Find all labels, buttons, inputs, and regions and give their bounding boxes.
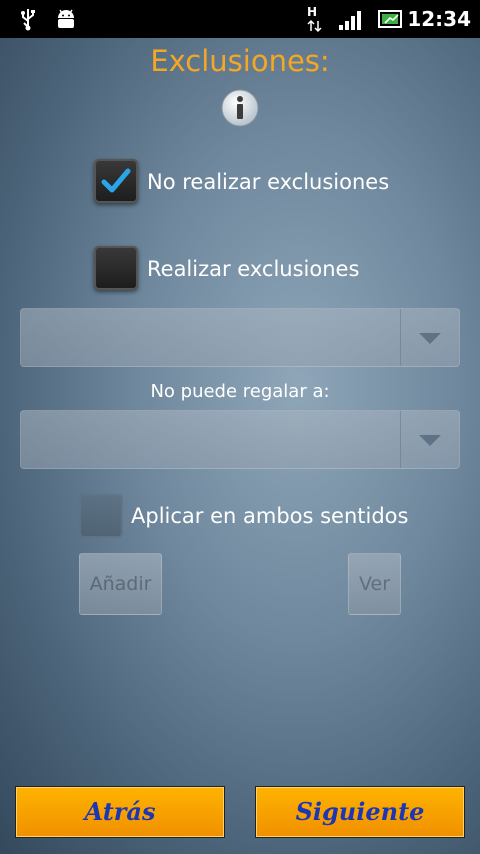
page-title: Exclusiones: <box>150 44 330 78</box>
checkmark-icon <box>101 168 131 193</box>
clock: 12:34 <box>407 7 471 31</box>
person-spinner[interactable] <box>20 308 460 367</box>
add-button[interactable]: Añadir <box>79 553 162 615</box>
cannot-give-label: No puede regalar a: <box>150 381 330 402</box>
back-button[interactable]: Atrás <box>15 786 225 838</box>
info-icon[interactable] <box>220 88 260 128</box>
spinner-divider <box>400 309 401 366</box>
network-type-text: H <box>307 5 318 19</box>
do-exclusions-checkbox[interactable] <box>94 246 138 290</box>
network-activity-icon: H <box>305 5 323 33</box>
chevron-down-icon <box>419 333 441 344</box>
both-ways-checkbox[interactable] <box>79 494 123 538</box>
no-exclusions-label[interactable]: No realizar exclusiones <box>147 170 389 194</box>
signal-icon <box>338 9 364 35</box>
battery-icon <box>378 10 404 32</box>
next-button[interactable]: Siguiente <box>255 786 465 838</box>
usb-icon <box>18 7 38 35</box>
do-exclusions-label[interactable]: Realizar exclusiones <box>147 257 359 281</box>
both-ways-label[interactable]: Aplicar en ambos sentidos <box>131 504 408 528</box>
no-exclusions-checkbox[interactable] <box>94 159 138 203</box>
android-debug-icon <box>54 8 78 34</box>
spinner-divider <box>400 411 401 468</box>
excluded-person-spinner[interactable] <box>20 410 460 469</box>
status-bar: H 12:34 <box>0 0 480 38</box>
view-button[interactable]: Ver <box>348 553 401 615</box>
chevron-down-icon <box>419 435 441 446</box>
